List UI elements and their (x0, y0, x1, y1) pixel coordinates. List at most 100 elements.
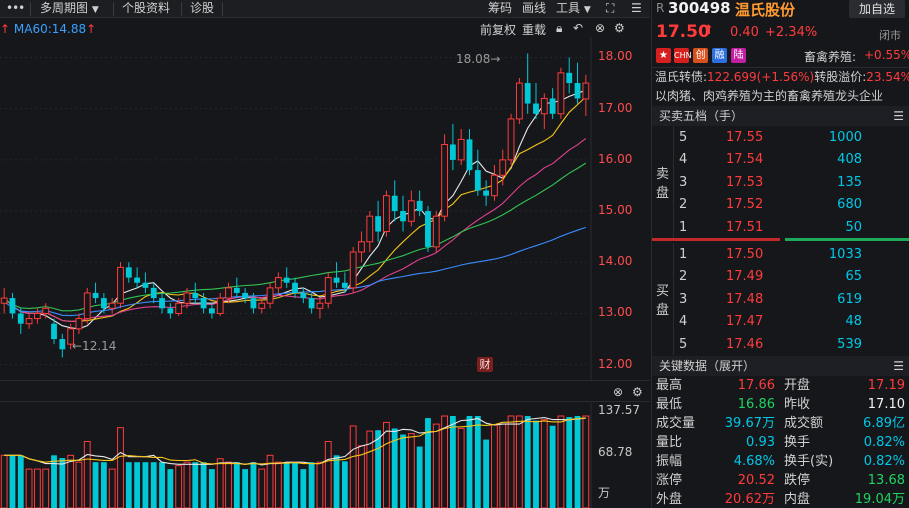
sector-pct[interactable]: +0.55% (864, 48, 909, 62)
lock-icon[interactable]: 🔒︎ (556, 21, 562, 36)
candle-body (383, 195, 390, 233)
fullscreen-icon[interactable]: ⛶ (602, 0, 618, 18)
ma-marker-icon: ↑ (0, 22, 11, 36)
candle-body (341, 282, 348, 288)
undo-icon[interactable]: ↶ (573, 21, 583, 35)
volume-bar (92, 462, 99, 508)
divider (113, 2, 114, 16)
reload-button[interactable]: 重载 (522, 21, 546, 38)
candle-body (324, 277, 332, 304)
volume-bar (491, 424, 498, 508)
chn-badge: CHN (674, 48, 692, 63)
candle-body (183, 292, 191, 304)
price-axis-label: 12.00 (598, 356, 633, 371)
bid-row[interactable]: 1 17.50 1033 (652, 244, 909, 266)
financial-report-badge[interactable]: 财 (477, 357, 493, 372)
current-price: 17.50 (656, 22, 710, 42)
volume-bar (274, 461, 282, 508)
candle-body (524, 83, 531, 104)
level-number: 2 (679, 269, 688, 285)
level-price: 17.48 (726, 291, 764, 307)
level-number: 3 (679, 291, 688, 307)
menu-dots-icon[interactable]: ••• (2, 0, 28, 18)
candle-body (142, 282, 149, 288)
diagnose-button[interactable]: 诊股 (186, 0, 218, 18)
volume-axis-max: 137.57 (598, 403, 640, 417)
close-icon[interactable]: ⊗ (613, 385, 623, 399)
volume-chart[interactable] (0, 403, 650, 508)
candle-body (266, 287, 274, 304)
ask-row[interactable]: 4 17.54 408 (652, 149, 909, 171)
tools-dropdown[interactable]: 工具 ▼ (552, 0, 595, 18)
price-axis-label: 15.00 (598, 203, 633, 218)
keydata-value: 39.67万 (724, 416, 775, 431)
level-volume: 48 (845, 314, 862, 330)
candlestick-chart[interactable] (0, 37, 650, 380)
volume-bar (499, 423, 507, 508)
stock-info-button[interactable]: 个股资料 (118, 0, 174, 18)
add-watchlist-button[interactable]: 加自选 (849, 0, 905, 18)
settings-gear-icon[interactable]: ⚙ (614, 21, 625, 35)
candle-body (540, 97, 548, 115)
bond-change: (+1.56%) (756, 70, 815, 84)
close-icon[interactable]: ⊗ (595, 21, 605, 35)
more-menu-icon[interactable]: ☰ (627, 0, 646, 18)
keydata-header[interactable]: 关键数据（展开） ☰ (652, 356, 909, 376)
ask-row[interactable]: 5 17.55 1000 (652, 127, 909, 149)
candle-body (9, 298, 16, 314)
volume-bar (283, 462, 290, 508)
bid-row[interactable]: 4 17.47 48 (652, 311, 909, 333)
divider (30, 2, 31, 16)
ask-row[interactable]: 3 17.53 135 (652, 172, 909, 194)
period-dropdown[interactable]: 多周期图 ▼ (36, 0, 103, 18)
candle-body (75, 318, 83, 330)
candle-body (167, 308, 174, 314)
level-number: 1 (679, 219, 688, 235)
sector-label: 畜禽养殖: (804, 50, 857, 64)
period-label: 多周期图 (40, 1, 89, 15)
orderbook-header[interactable]: 买卖五档（手） ☰ (652, 106, 909, 126)
convertible-bond-line[interactable]: 温氏转债:122.699(+1.56%)转股溢价:23.54% (655, 68, 909, 85)
volume-bar (242, 469, 249, 508)
ask-row[interactable]: 1 17.51 50 (652, 217, 909, 239)
volume-bar (42, 468, 50, 508)
level-volume: 135 (837, 174, 862, 190)
level-price: 17.49 (726, 269, 764, 285)
ask-row[interactable]: 2 17.52 680 (652, 194, 909, 216)
volume-bar (549, 425, 556, 508)
market-status: 闭市 (879, 29, 901, 42)
premium-label: 转股溢价: (814, 70, 867, 84)
candle-body (391, 195, 398, 212)
price-axis-label: 16.00 (598, 151, 633, 166)
more-menu-icon[interactable]: ☰ (893, 106, 904, 126)
level-number: 4 (679, 152, 688, 168)
candle-body (216, 297, 224, 314)
keydata-value: 4.68% (733, 454, 775, 469)
bid-row[interactable]: 3 17.48 619 (652, 289, 909, 311)
volume-bar (108, 468, 116, 508)
draw-line-button[interactable]: 画线 (518, 0, 550, 18)
divider (222, 2, 223, 16)
candle-body (200, 298, 207, 309)
more-menu-icon[interactable]: ☰ (893, 356, 904, 376)
keydata-label: 换手 (784, 435, 811, 450)
candle-body (549, 98, 556, 114)
candle-body (491, 174, 498, 197)
volume-bar (474, 416, 481, 508)
flag-icon: ★ (656, 48, 671, 63)
keydata-value: 13.68 (867, 473, 905, 488)
volume-bar (400, 434, 406, 508)
keydata-value: 19.04万 (854, 492, 905, 507)
level-volume: 1000 (828, 130, 862, 145)
candle-body (192, 292, 199, 299)
adjust-button[interactable]: 前复权 (480, 21, 516, 38)
volume-bar (17, 455, 24, 508)
settings-gear-icon[interactable]: ⚙ (632, 385, 643, 399)
chips-button[interactable]: 筹码 (484, 0, 516, 18)
candle-body (400, 211, 406, 222)
volume-bar (507, 415, 515, 508)
bid-row[interactable]: 2 17.49 65 (652, 266, 909, 288)
candle-body (175, 302, 183, 314)
level-number: 4 (679, 314, 688, 330)
bid-row[interactable]: 5 17.46 539 (652, 334, 909, 356)
